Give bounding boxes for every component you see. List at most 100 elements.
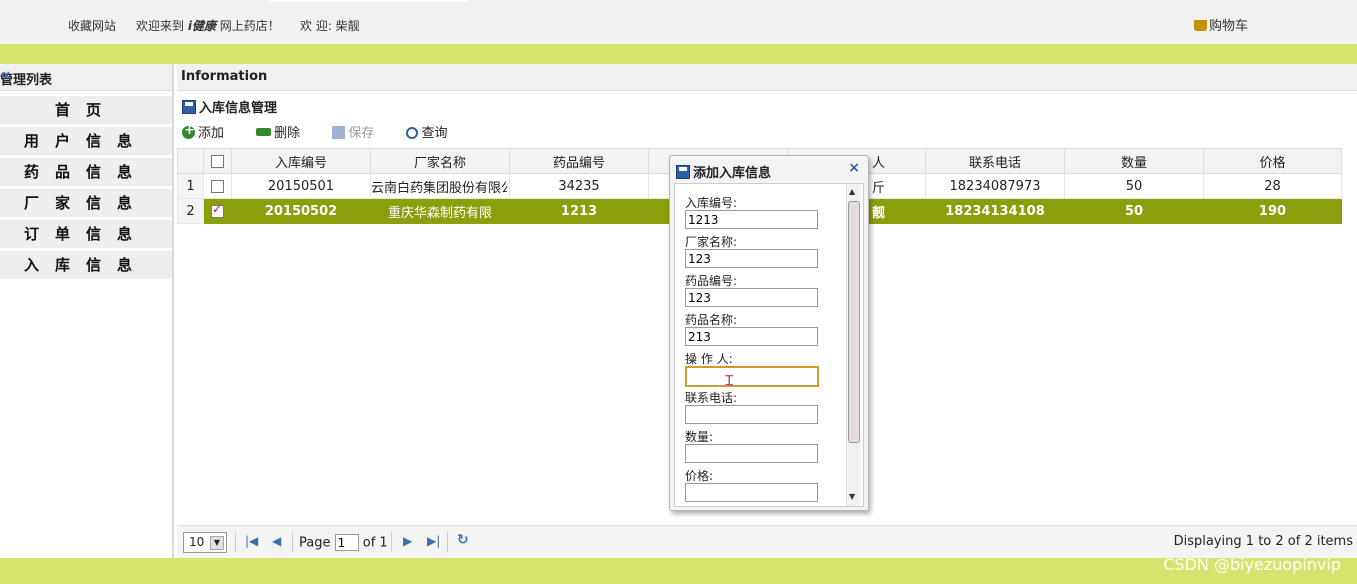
sidebar-item-orders[interactable]: 订单信息 xyxy=(0,220,172,248)
favorite-link[interactable]: 收藏网站 xyxy=(68,17,116,34)
panel-title-text: 入库信息管理 xyxy=(199,101,278,116)
page-total: of 1 xyxy=(362,535,388,551)
query-button[interactable]: 查询 xyxy=(406,122,461,141)
cart-icon xyxy=(1194,20,1207,31)
pagination-bar: 10 ▼ |◀ ◀ Page of 1 ▶ ▶| ↻ Displaying 1 t… xyxy=(177,525,1357,559)
scrollbar-thumb[interactable] xyxy=(848,201,860,443)
welcome-text: 欢迎来到 i健康 网上药店！ xyxy=(136,17,280,34)
sidebar-item-stock-in[interactable]: 入库信息 xyxy=(0,251,172,279)
field-label: 操 作 人: xyxy=(685,352,733,366)
cell-quantity: 50 xyxy=(1064,198,1204,224)
dialog-title: 添加入库信息 xyxy=(676,162,771,181)
field-label: 厂家名称: xyxy=(685,235,738,249)
add-button[interactable]: 添加 xyxy=(182,122,238,141)
field-label: 药品名称: xyxy=(685,313,738,327)
price-input[interactable] xyxy=(685,483,818,502)
stock-id-input[interactable] xyxy=(685,210,818,229)
drug-name-input[interactable] xyxy=(685,327,818,346)
add-label: 添加 xyxy=(198,126,225,141)
row-checkbox[interactable] xyxy=(211,179,224,193)
next-page-icon[interactable]: ▶ xyxy=(403,534,412,548)
cell-phone: 18234087973 xyxy=(925,173,1065,199)
sidebar-item-manufacturers[interactable]: 厂家信息 xyxy=(0,189,172,217)
prev-page-icon[interactable]: ◀ xyxy=(272,534,281,548)
field-stock-id: 入库编号: xyxy=(685,194,818,229)
sidebar-header: 管理列表 « xyxy=(0,64,172,91)
operator-input[interactable] xyxy=(685,366,819,387)
top-bar: 收藏网站 欢迎来到 i健康 网上药店！ 欢 迎: 柴靓 购物车 xyxy=(0,0,1357,44)
page-size-select[interactable]: 10 ▼ xyxy=(183,532,227,553)
panel-title: 入库信息管理 xyxy=(182,97,277,116)
col-quantity[interactable]: 数量 xyxy=(1064,148,1204,174)
pager-display-info: Displaying 1 to 2 of 2 items xyxy=(1173,534,1353,549)
cart-link[interactable]: 购物车 xyxy=(1194,15,1248,34)
cell-quantity: 50 xyxy=(1064,173,1204,199)
delete-button[interactable]: 删除 xyxy=(256,122,314,141)
first-page-icon[interactable]: |◀ xyxy=(245,534,258,548)
welcome-pre: 欢迎来到 xyxy=(136,19,185,33)
col-manufacturer[interactable]: 厂家名称 xyxy=(370,148,510,174)
dialog-body: 入库编号: 厂家名称: 药品编号: 药品名称: 操 作 人: 联系电话: 数量:… xyxy=(674,183,864,507)
field-price: 价格: xyxy=(685,467,818,502)
dialog-scrollbar[interactable]: ▲ ▼ xyxy=(846,184,860,506)
page-number-input[interactable] xyxy=(334,534,359,551)
last-page-icon[interactable]: ▶| xyxy=(427,534,440,548)
sidebar-nav: 首页 用户信息 药品信息 厂家信息 订单信息 入库信息 xyxy=(0,96,172,279)
search-icon xyxy=(406,127,419,139)
cell-price: 190 xyxy=(1203,198,1342,224)
quantity-input[interactable] xyxy=(685,444,818,463)
refresh-icon[interactable]: ↻ xyxy=(457,532,469,548)
manufacturer-input[interactable] xyxy=(685,249,818,268)
user-greeting: 欢 迎: 柴靓 xyxy=(300,19,360,33)
select-all-checkbox[interactable] xyxy=(211,154,224,168)
cart-label: 购物车 xyxy=(1209,19,1249,34)
sidebar-item-users[interactable]: 用户信息 xyxy=(0,127,172,155)
delete-icon xyxy=(256,128,272,136)
phone-input[interactable] xyxy=(685,405,818,424)
row-checkbox-checked[interactable] xyxy=(211,202,224,218)
save-label: 保存 xyxy=(348,126,375,141)
page-indicator: Page of 1 xyxy=(299,534,388,551)
scroll-down-icon[interactable]: ▼ xyxy=(849,492,855,501)
row-number: 1 xyxy=(177,173,204,199)
field-phone: 联系电话: xyxy=(685,389,818,424)
cell-phone: 18234134108 xyxy=(925,198,1065,224)
field-label: 入库编号: xyxy=(685,196,738,210)
save-button[interactable]: 保存 xyxy=(332,122,388,141)
add-stock-dialog: 添加入库信息 × 入库编号: 厂家名称: 药品编号: 药品名称: 操 作 人: … xyxy=(669,155,869,511)
drug-id-input[interactable] xyxy=(685,288,818,307)
sidebar: 管理列表 « 首页 用户信息 药品信息 厂家信息 订单信息 入库信息 xyxy=(0,64,174,558)
page-size-value: 10 xyxy=(189,535,205,549)
cell-drug-id: 34235 xyxy=(509,173,649,199)
welcome-post: 网上药店！ xyxy=(219,19,280,33)
save-icon xyxy=(332,126,346,139)
col-phone[interactable]: 联系电话 xyxy=(925,148,1065,174)
field-drug-name: 药品名称: xyxy=(685,311,818,346)
col-stock-id[interactable]: 入库编号 xyxy=(231,148,371,174)
row-select-cell xyxy=(203,173,232,199)
page-label: Page xyxy=(299,535,331,551)
sidebar-item-drugs[interactable]: 药品信息 xyxy=(0,158,172,186)
row-select-cell xyxy=(203,198,232,224)
field-manufacturer: 厂家名称: xyxy=(685,233,818,268)
delete-label: 删除 xyxy=(274,126,301,141)
sidebar-item-home[interactable]: 首页 xyxy=(0,96,172,124)
scroll-up-icon[interactable]: ▲ xyxy=(849,187,855,196)
header-divider-bar xyxy=(0,44,1357,64)
add-icon xyxy=(182,123,195,139)
info-header: Information xyxy=(177,64,1357,91)
row-number: 2 xyxy=(177,198,204,224)
brand-name: i健康 xyxy=(187,19,216,33)
dialog-title-text: 添加入库信息 xyxy=(693,166,772,181)
field-label: 价格: xyxy=(685,469,714,483)
cell-manufacturer-text: 云南白药集团股份有限公司 xyxy=(371,180,508,196)
collapse-icon[interactable]: « xyxy=(0,65,162,85)
query-label: 查询 xyxy=(421,126,448,141)
close-icon[interactable]: × xyxy=(848,160,860,176)
text-cursor-icon: ⌶ xyxy=(725,373,734,389)
field-drug-id: 药品编号: xyxy=(685,272,818,307)
col-price[interactable]: 价格 xyxy=(1203,148,1342,174)
footer-bar xyxy=(0,558,1357,584)
save-disk-icon xyxy=(182,100,196,114)
col-drug-id[interactable]: 药品编号 xyxy=(509,148,649,174)
